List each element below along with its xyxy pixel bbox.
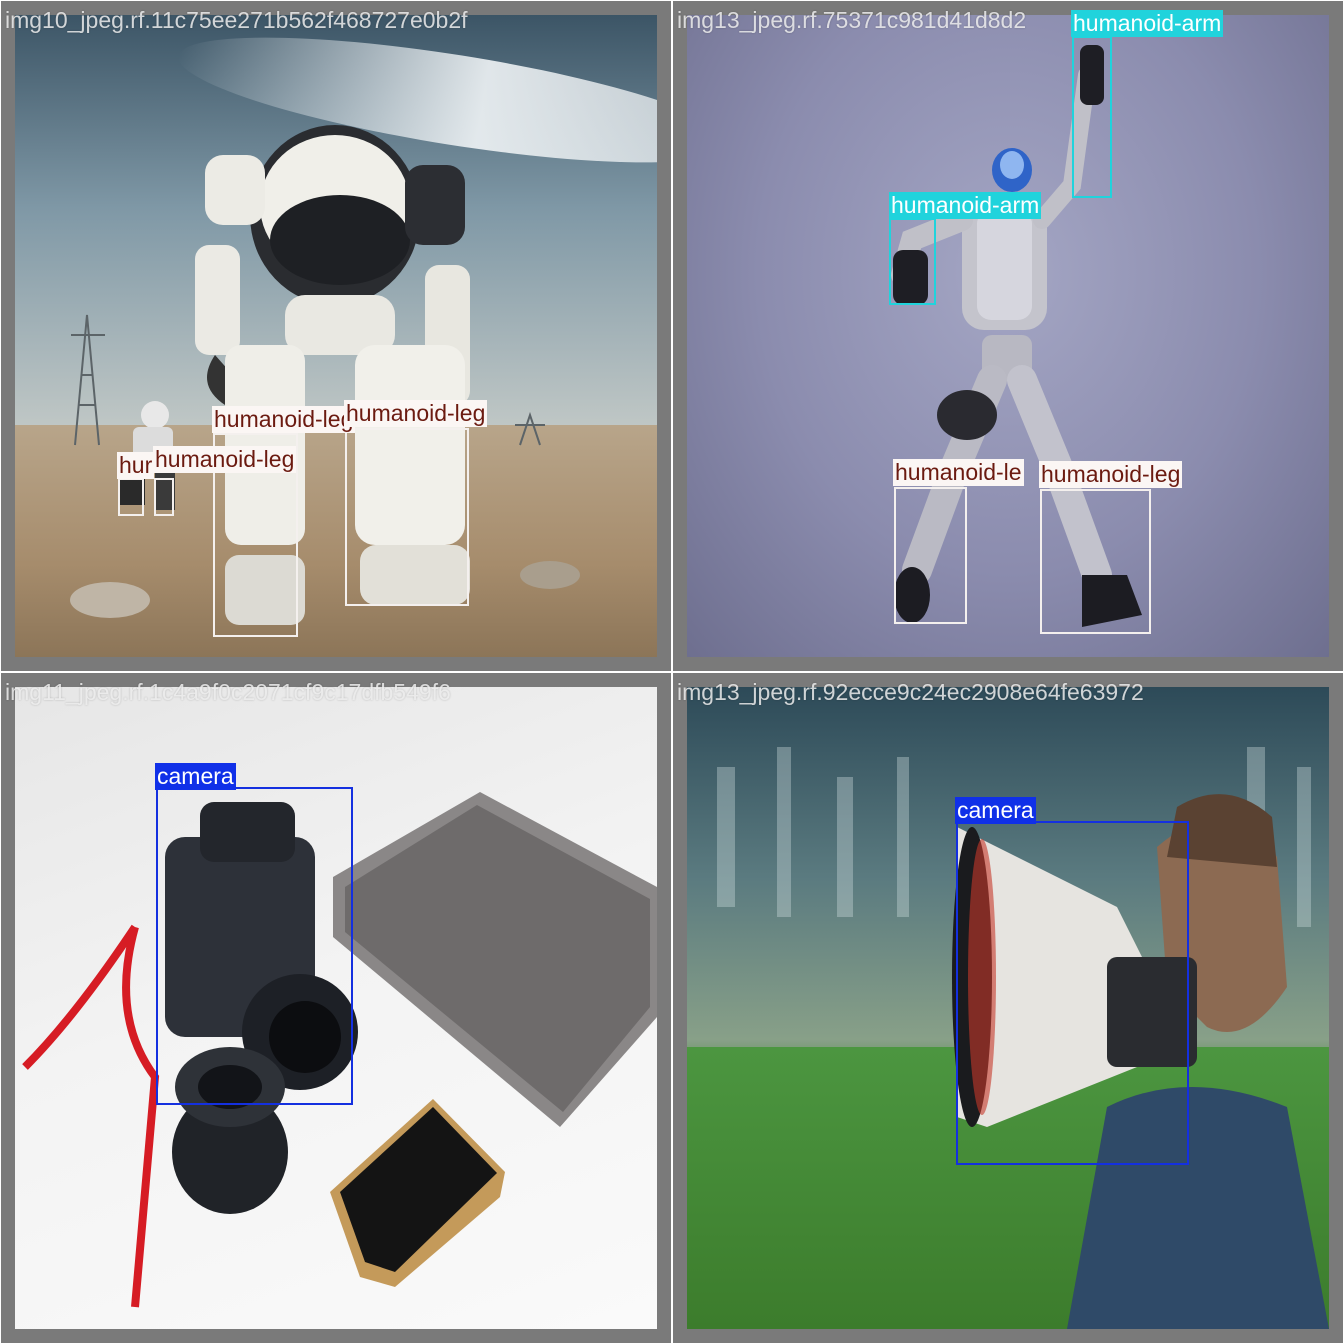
bounding-box-humanoid-arm [1072, 36, 1112, 198]
detection-label: humanoid-arm [889, 192, 1042, 219]
detection-label: humanoid-leg [212, 406, 356, 433]
robot-illustration [891, 45, 1142, 627]
detection-label: humanoid-le [893, 459, 1024, 486]
image-filename: img13_jpeg.rf.92ecce9c24ec2908e64fe63972 [677, 679, 1144, 705]
bounding-box-humanoid-leg [1040, 489, 1151, 634]
detection-label: humanoid-leg [344, 400, 488, 427]
image-filename: img11_jpeg.rf.1c4a9f0c2071cf9c17dfb549f6 [5, 679, 451, 705]
desert-robot-image [15, 15, 657, 657]
image-filename: img13_jpeg.rf.75371c981d41d8d2 [677, 7, 1027, 33]
detection-label: hur [117, 452, 155, 479]
mosaic-tile-4: img13_jpeg.rf.92ecce9c24ec2908e64fe63972… [673, 673, 1343, 1343]
bounding-box-humanoid-arm [889, 218, 936, 305]
bounding-box-camera [956, 821, 1189, 1165]
mosaic-tile-3: img11_jpeg.rf.1c4a9f0c2071cf9c17dfb549f6… [1, 673, 671, 1343]
robot-illustration [70, 125, 580, 625]
mosaic-tile-1: img10_jpeg.rf.11c75ee271b562f468727e0b2f… [1, 1, 671, 671]
detection-label: humanoid-leg [153, 446, 297, 473]
detection-label: humanoid-arm [1071, 10, 1224, 37]
detection-label: camera [155, 763, 236, 790]
bounding-box-humanoid-leg [118, 478, 144, 516]
bounding-box-humanoid-leg [345, 428, 469, 606]
detection-label: camera [955, 797, 1036, 824]
bounding-box-humanoid-leg [154, 478, 174, 516]
image-filename: img10_jpeg.rf.11c75ee271b562f468727e0b2f [5, 7, 468, 33]
detection-label: humanoid-leg [1039, 461, 1183, 488]
mosaic-tile-2: img13_jpeg.rf.75371c981d41d8d2 humanoid-… [673, 1, 1343, 671]
studio-robot-image [687, 15, 1329, 657]
bounding-box-humanoid-leg [894, 487, 967, 624]
bounding-box-camera [156, 787, 353, 1105]
